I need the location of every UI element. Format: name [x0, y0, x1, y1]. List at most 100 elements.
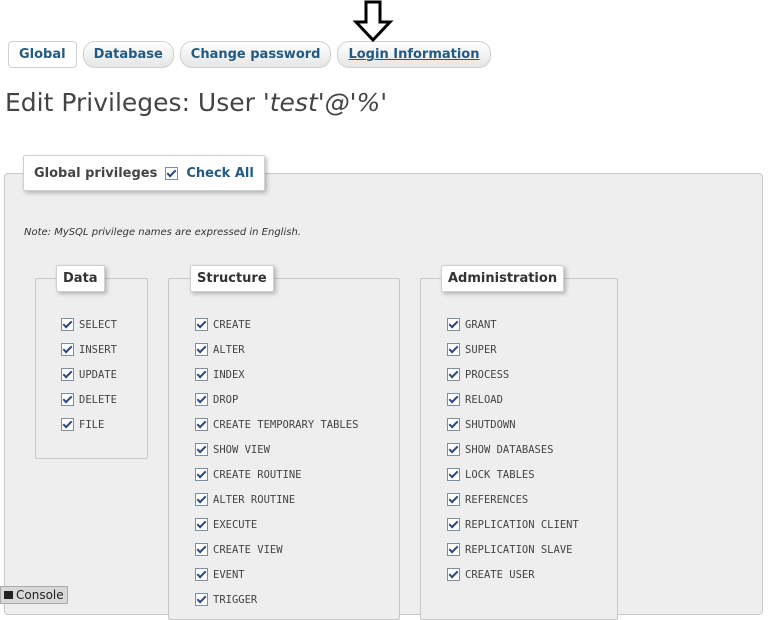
privilege-label[interactable]: CREATE TEMPORARY TABLES — [213, 419, 358, 431]
privilege-checkbox[interactable] — [195, 318, 208, 331]
privilege-insert[interactable]: INSERT — [61, 337, 117, 362]
privilege-checkbox[interactable] — [447, 393, 460, 406]
privilege-lock-tables[interactable]: LOCK TABLES — [447, 462, 579, 487]
console-button[interactable]: Console — [0, 586, 68, 604]
privilege-checkbox[interactable] — [61, 368, 74, 381]
structure-group-legend: Structure — [190, 265, 274, 292]
privilege-label[interactable]: ALTER — [213, 344, 245, 356]
privilege-checkbox[interactable] — [447, 368, 460, 381]
privilege-delete[interactable]: DELETE — [61, 387, 117, 412]
privilege-references[interactable]: REFERENCES — [447, 487, 579, 512]
privilege-show-databases[interactable]: SHOW DATABASES — [447, 437, 579, 462]
privilege-checkbox[interactable] — [195, 468, 208, 481]
privilege-checkbox[interactable] — [195, 593, 208, 606]
privilege-checkbox[interactable] — [61, 393, 74, 406]
tab-database[interactable]: Database — [82, 41, 174, 68]
privilege-label[interactable]: EXECUTE — [213, 519, 257, 531]
privilege-select[interactable]: SELECT — [61, 312, 117, 337]
privilege-checkbox[interactable] — [447, 318, 460, 331]
privilege-label[interactable]: REPLICATION SLAVE — [465, 544, 572, 556]
privilege-update[interactable]: UPDATE — [61, 362, 117, 387]
privilege-label[interactable]: SHOW VIEW — [213, 444, 270, 456]
administration-group-legend: Administration — [441, 265, 565, 292]
privilege-execute[interactable]: EXECUTE — [195, 512, 358, 537]
privilege-show-view[interactable]: SHOW VIEW — [195, 437, 358, 462]
console-label: Console — [16, 588, 64, 602]
privilege-checkbox[interactable] — [195, 518, 208, 531]
privilege-checkbox[interactable] — [447, 343, 460, 356]
privilege-trigger[interactable]: TRIGGER — [195, 587, 358, 612]
privilege-checkbox[interactable] — [195, 343, 208, 356]
privilege-checkbox[interactable] — [447, 468, 460, 481]
privilege-checkbox[interactable] — [447, 568, 460, 581]
privilege-checkbox[interactable] — [61, 343, 74, 356]
privilege-checkbox[interactable] — [195, 543, 208, 556]
privilege-checkbox[interactable] — [195, 368, 208, 381]
privilege-label[interactable]: DROP — [213, 394, 238, 406]
privilege-checkbox[interactable] — [195, 443, 208, 456]
privilege-label[interactable]: CREATE USER — [465, 569, 535, 581]
privilege-checkbox[interactable] — [195, 393, 208, 406]
privilege-label[interactable]: EVENT — [213, 569, 245, 581]
privilege-replication-slave[interactable]: REPLICATION SLAVE — [447, 537, 579, 562]
privilege-index[interactable]: INDEX — [195, 362, 358, 387]
privilege-create-temporary-tables[interactable]: CREATE TEMPORARY TABLES — [195, 412, 358, 437]
privilege-super[interactable]: SUPER — [447, 337, 579, 362]
privilege-label[interactable]: PROCESS — [465, 369, 509, 381]
privilege-label[interactable]: INDEX — [213, 369, 245, 381]
privilege-label[interactable]: DELETE — [79, 394, 117, 406]
privilege-label[interactable]: UPDATE — [79, 369, 117, 381]
check-all-checkbox[interactable] — [165, 166, 179, 180]
privilege-create[interactable]: CREATE — [195, 312, 358, 337]
page-title-user: 'test'@'%' — [262, 88, 388, 117]
privilege-create-user[interactable]: CREATE USER — [447, 562, 579, 587]
tab-global[interactable]: Global — [8, 41, 77, 68]
tab-change-password[interactable]: Change password — [179, 41, 332, 68]
privilege-create-routine[interactable]: CREATE ROUTINE — [195, 462, 358, 487]
privilege-checkbox[interactable] — [195, 418, 208, 431]
privilege-drop[interactable]: DROP — [195, 387, 358, 412]
privilege-checkbox[interactable] — [195, 493, 208, 506]
check-all-label[interactable]: Check All — [186, 166, 253, 181]
privilege-shutdown[interactable]: SHUTDOWN — [447, 412, 579, 437]
data-group-legend: Data — [56, 265, 105, 292]
privilege-label[interactable]: ALTER ROUTINE — [213, 494, 295, 506]
privilege-label[interactable]: RELOAD — [465, 394, 503, 406]
privilege-label[interactable]: SELECT — [79, 319, 117, 331]
privilege-label[interactable]: SHOW DATABASES — [465, 444, 554, 456]
privilege-grant[interactable]: GRANT — [447, 312, 579, 337]
privilege-label[interactable]: TRIGGER — [213, 594, 257, 606]
privilege-file[interactable]: FILE — [61, 412, 117, 437]
data-privileges-list: SELECT INSERT UPDATE DELETE FILE — [61, 312, 117, 437]
page-title-prefix: Edit Privileges: User — [5, 88, 263, 117]
tab-login-information[interactable]: Login Information — [337, 41, 491, 68]
privilege-replication-client[interactable]: REPLICATION CLIENT — [447, 512, 579, 537]
privilege-checkbox[interactable] — [447, 518, 460, 531]
page-title: Edit Privileges: User 'test'@'%' — [5, 88, 387, 117]
privilege-label[interactable]: CREATE ROUTINE — [213, 469, 302, 481]
privilege-alter[interactable]: ALTER — [195, 337, 358, 362]
privilege-label[interactable]: INSERT — [79, 344, 117, 356]
privilege-checkbox[interactable] — [61, 418, 74, 431]
console-icon — [4, 591, 13, 599]
privilege-label[interactable]: FILE — [79, 419, 104, 431]
privilege-checkbox[interactable] — [447, 443, 460, 456]
privilege-process[interactable]: PROCESS — [447, 362, 579, 387]
privilege-checkbox[interactable] — [195, 568, 208, 581]
privilege-label[interactable]: REFERENCES — [465, 494, 528, 506]
privilege-label[interactable]: LOCK TABLES — [465, 469, 535, 481]
privilege-label[interactable]: SHUTDOWN — [465, 419, 516, 431]
privilege-alter-routine[interactable]: ALTER ROUTINE — [195, 487, 358, 512]
privilege-label[interactable]: REPLICATION CLIENT — [465, 519, 579, 531]
privilege-reload[interactable]: RELOAD — [447, 387, 579, 412]
privilege-create-view[interactable]: CREATE VIEW — [195, 537, 358, 562]
privilege-checkbox[interactable] — [447, 543, 460, 556]
privilege-label[interactable]: CREATE VIEW — [213, 544, 283, 556]
privilege-checkbox[interactable] — [447, 493, 460, 506]
privilege-label[interactable]: SUPER — [465, 344, 497, 356]
privilege-label[interactable]: GRANT — [465, 319, 497, 331]
privilege-checkbox[interactable] — [61, 318, 74, 331]
privilege-checkbox[interactable] — [447, 418, 460, 431]
privilege-label[interactable]: CREATE — [213, 319, 251, 331]
privilege-event[interactable]: EVENT — [195, 562, 358, 587]
